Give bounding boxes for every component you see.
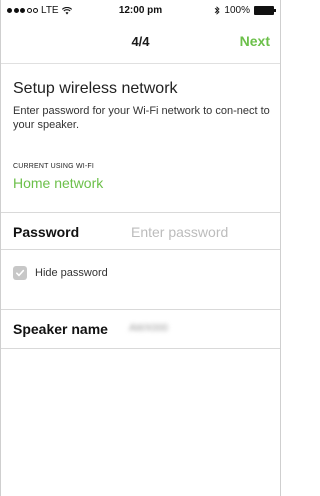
password-label: Password [13,224,80,240]
next-button[interactable]: Next [240,33,270,49]
battery-icon [254,6,276,15]
current-wifi-name: Home network [13,175,104,191]
hide-password-toggle[interactable]: Hide password [13,265,108,281]
status-bar: LTE 12:00 pm 100% [1,0,280,20]
page-title: Setup wireless network [13,80,178,97]
speaker-name-value: AWX000 [129,323,169,334]
page-description: Enter password for your Wi-Fi network to… [13,105,270,131]
current-wifi-label: CURRENT USING WI-FI [13,163,95,170]
checkbox-checked-icon[interactable] [13,266,27,280]
password-input[interactable] [131,221,271,243]
status-right: 100% [214,5,276,16]
hide-password-label: Hide password [35,267,108,279]
speaker-name-label: Speaker name [13,321,108,337]
password-row: Password [1,212,280,250]
speaker-name-row[interactable]: Speaker name AWX000 [1,309,280,349]
battery-percent: 100% [224,5,250,16]
step-indicator: 4/4 [131,34,150,49]
navigation-bar: 4/4 Next [1,20,280,64]
phone-screen: LTE 12:00 pm 100% 4/4 Next Setup wireles… [0,0,281,496]
bluetooth-icon [215,6,221,15]
